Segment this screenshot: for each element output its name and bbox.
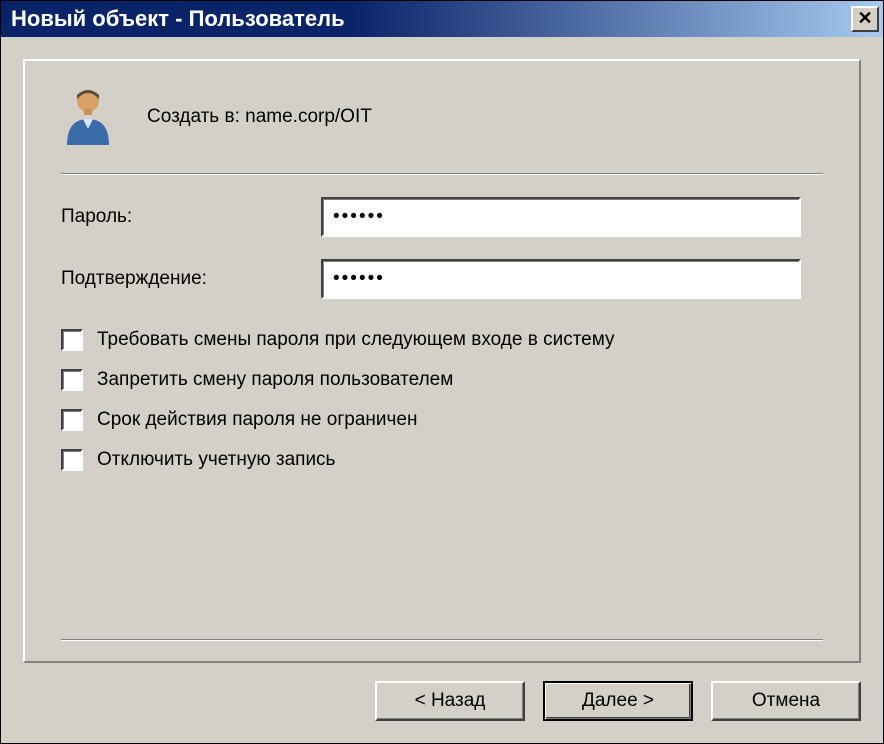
check-never-expires-label: Срок действия пароля не ограничен bbox=[97, 409, 417, 431]
confirm-row: Подтверждение: bbox=[61, 259, 823, 299]
create-in-row: Создать в: name.corp/OIT bbox=[61, 85, 823, 173]
title-bar: Новый объект - Пользователь ✕ bbox=[1, 1, 883, 37]
create-in-path: name.corp/OIT bbox=[245, 106, 372, 127]
create-in-label: Создать в: bbox=[147, 106, 240, 127]
check-disable-account-label: Отключить учетную запись bbox=[97, 449, 335, 471]
user-icon bbox=[61, 85, 115, 149]
confirm-input[interactable] bbox=[321, 259, 801, 299]
checkbox-group: Требовать смены пароля при следующем вхо… bbox=[61, 329, 823, 471]
cancel-button[interactable]: Отмена bbox=[711, 681, 861, 721]
spacer bbox=[61, 471, 823, 639]
confirm-label: Подтверждение: bbox=[61, 268, 321, 290]
create-in-text: Создать в: name.corp/OIT bbox=[147, 106, 372, 128]
client-area: Создать в: name.corp/OIT Пароль: Подтвер… bbox=[1, 37, 883, 743]
check-never-expires[interactable] bbox=[61, 409, 83, 431]
check-never-expires-row: Срок действия пароля не ограничен bbox=[61, 409, 823, 431]
close-button[interactable]: ✕ bbox=[851, 6, 879, 32]
back-button[interactable]: < Назад bbox=[375, 681, 525, 721]
divider-top bbox=[61, 173, 823, 175]
check-cannot-change-row: Запретить смену пароля пользователем bbox=[61, 369, 823, 391]
password-row: Пароль: bbox=[61, 197, 823, 237]
content-panel: Создать в: name.corp/OIT Пароль: Подтвер… bbox=[23, 59, 861, 663]
dialog-window: Новый объект - Пользователь ✕ bbox=[0, 0, 884, 744]
button-row: < Назад Далее > Отмена bbox=[23, 663, 861, 721]
check-change-next-logon-label: Требовать смены пароля при следующем вхо… bbox=[97, 329, 615, 351]
window-title: Новый объект - Пользователь bbox=[11, 6, 345, 32]
check-cannot-change-label: Запретить смену пароля пользователем bbox=[97, 369, 453, 391]
check-change-next-logon[interactable] bbox=[61, 329, 83, 351]
check-disable-account-row: Отключить учетную запись bbox=[61, 449, 823, 471]
next-button[interactable]: Далее > bbox=[543, 681, 693, 721]
check-change-next-logon-row: Требовать смены пароля при следующем вхо… bbox=[61, 329, 823, 351]
password-input[interactable] bbox=[321, 197, 801, 237]
check-disable-account[interactable] bbox=[61, 449, 83, 471]
password-label: Пароль: bbox=[61, 206, 321, 228]
divider-bottom bbox=[61, 639, 823, 641]
check-cannot-change[interactable] bbox=[61, 369, 83, 391]
